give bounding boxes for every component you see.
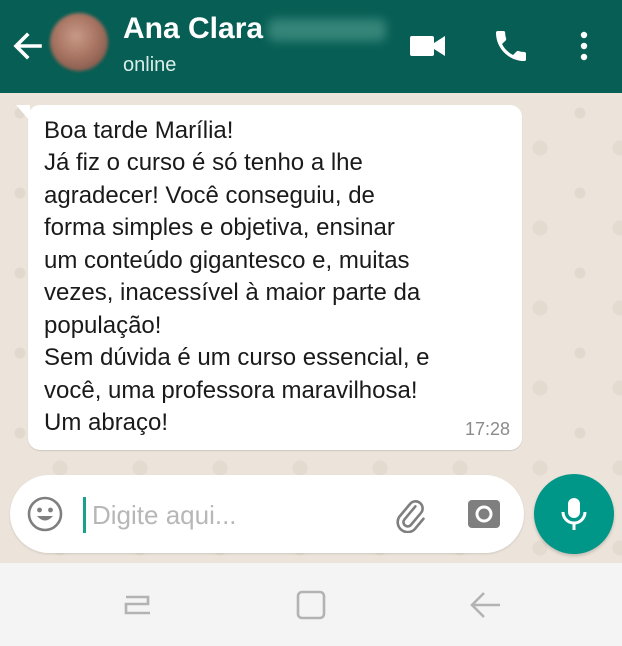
camera-icon [468, 500, 500, 528]
message-text-line: agradecer! Você conseguiu, de [44, 182, 375, 209]
camera-button[interactable] [465, 495, 503, 533]
phone-icon [496, 31, 526, 61]
back-icon [470, 592, 500, 618]
message-text-line: um conteúdo gigantesco e, muitas [44, 247, 410, 274]
voice-message-button[interactable] [534, 474, 614, 554]
message-text-line: você, uma professora maravilhosa! [44, 377, 418, 404]
recents-button[interactable] [118, 587, 158, 625]
more-vertical-icon [580, 31, 588, 61]
video-call-icon [410, 36, 445, 56]
chat-header: Ana Clara online [0, 0, 622, 93]
message-text-line: Um abraço! [44, 409, 169, 436]
message-text-line: vezes, inacessível à maior parte da [44, 279, 421, 306]
more-options-button[interactable] [566, 26, 602, 66]
emoji-icon [27, 496, 63, 532]
attach-icon [396, 500, 425, 534]
message-text-line: Sem dúvida é um curso essencial, e [44, 344, 430, 371]
system-navigation-bar [0, 563, 622, 646]
redacted-surname [268, 19, 386, 41]
video-call-button[interactable] [408, 26, 448, 66]
message-text-line: Boa tarde Marília! [44, 117, 234, 144]
message-timestamp: 17:28 [464, 419, 510, 439]
home-icon [296, 590, 326, 620]
mic-icon [561, 498, 587, 530]
message-text-line: forma simples e objetiva, ensinar [44, 214, 395, 241]
recents-icon [124, 595, 150, 615]
attach-button[interactable] [390, 495, 428, 534]
back-arrow-icon [13, 32, 42, 60]
avatar[interactable] [50, 13, 108, 71]
contact-status: online [123, 54, 177, 76]
back-button[interactable] [6, 24, 50, 68]
incoming-message-bubble[interactable]: Boa tarde Marília! Já fiz o curso é só t… [16, 105, 522, 450]
message-composer [10, 475, 524, 553]
message-text-line: população! [44, 312, 162, 339]
voice-call-button[interactable] [491, 26, 531, 66]
message-input[interactable] [92, 493, 382, 537]
message-text-line: Já fiz o curso é só tenho a lhe [44, 149, 363, 176]
contact-name[interactable]: Ana Clara [123, 11, 263, 47]
text-cursor [83, 497, 86, 533]
back-nav-button[interactable] [466, 587, 506, 625]
home-button[interactable] [292, 587, 332, 625]
emoji-button[interactable] [26, 495, 64, 533]
